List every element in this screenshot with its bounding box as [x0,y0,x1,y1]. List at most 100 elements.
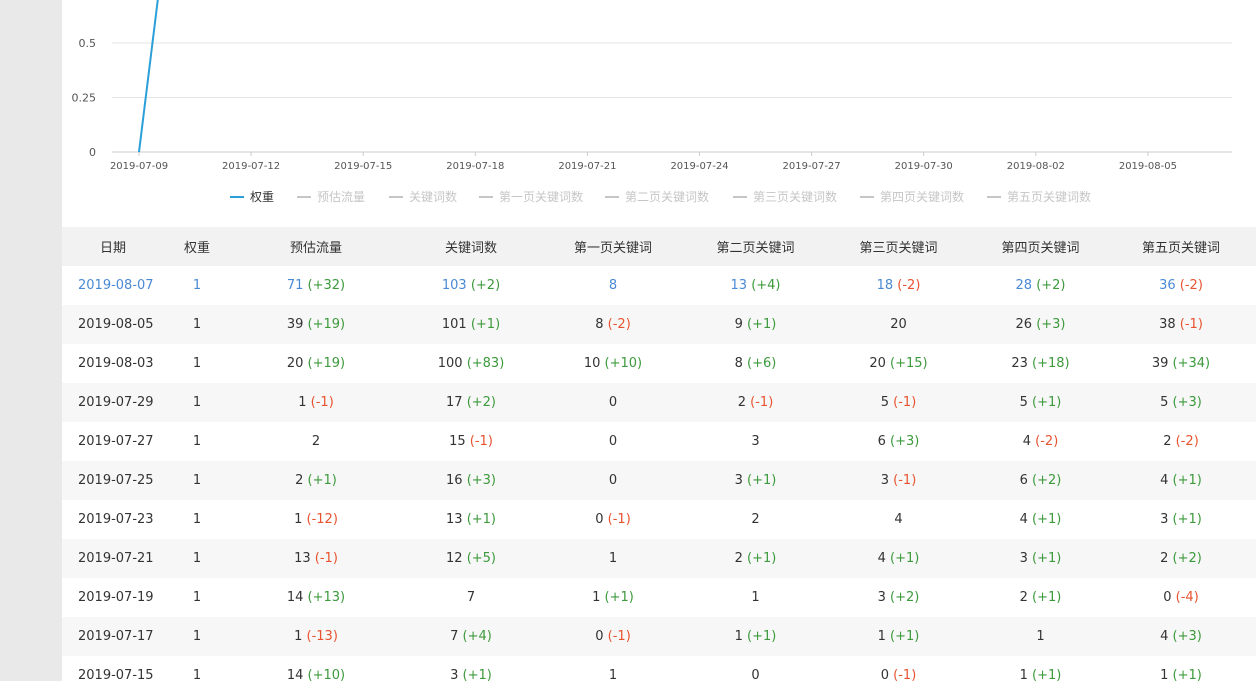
cell-value: 100 [437,356,463,371]
table-cell: 26 (+3) [975,305,1106,344]
table-cell[interactable]: 8 [537,266,689,305]
table-cell: 13 (+1) [405,500,537,539]
cell-value: 1 [192,473,202,488]
cell-delta: (+19) [307,356,346,371]
legend-item[interactable]: 第四页关键词数 [860,188,964,205]
cell-delta: (+1) [1032,395,1062,410]
cell-value: 28 [1015,278,1033,293]
cell-value: 3 [450,668,459,681]
cell-delta: (+1) [890,551,920,566]
cell-delta: (+83) [466,356,505,371]
table-cell: 7 [405,578,537,617]
table-cell: 4 (+1) [975,500,1106,539]
cell-delta: (+2) [1036,278,1066,293]
cell-value: 0 [751,668,760,681]
column-header[interactable]: 第一页关键词 [537,227,689,266]
table-cell: 15 (-1) [405,422,537,461]
table-cell: 3 (+1) [975,539,1106,578]
cell-delta: (+4) [462,629,492,644]
cell-value: 5 [880,395,890,410]
cell-value: 1 [877,629,886,644]
column-header[interactable]: 第五页关键词 [1106,227,1256,266]
cell-delta: (+1) [1172,512,1202,527]
cell-value: 2 [1163,434,1172,449]
x-tick-label: 2019-08-05 [1119,161,1177,172]
cell-value: 4 [1160,473,1169,488]
column-header[interactable]: 第三页关键词 [822,227,975,266]
x-tick-label: 2019-08-02 [1007,161,1065,172]
legend-item[interactable]: 第五页关键词数 [987,188,1091,205]
chart-legend: 权重 预估流量 关键词数 第一页关键词数 第二页关键词数 第三页关键词数 第四页关键词数 第五… [62,186,1256,208]
legend-item[interactable]: 第一页关键词数 [479,188,583,205]
table-cell: 6 (+3) [822,422,975,461]
table-cell: 3 [689,422,822,461]
table-cell: 39 (+19) [227,305,405,344]
table-row: 2019-07-19 1 14 (+13) 7 1 (+1) 1 3 (+2) 2 (+1) 0… [62,578,1256,617]
table-cell[interactable]: 1 [167,266,227,305]
column-header[interactable]: 预估流量 [227,227,405,266]
legend-swatch [230,195,244,198]
legend-item[interactable]: 预估流量 [297,188,365,205]
table-cell: 1 (-13) [227,617,405,656]
column-header[interactable]: 日期 [62,227,167,266]
column-header[interactable]: 关键词数 [405,227,537,266]
table-cell[interactable]: 71 (+32) [227,266,405,305]
cell-value: 101 [441,317,467,332]
table-cell: 3 (+1) [689,461,822,500]
x-tick-label: 2019-07-12 [222,161,280,172]
column-header[interactable]: 第二页关键词 [689,227,822,266]
cell-value: 36 [1159,278,1176,293]
cell-delta: (+1) [1172,473,1202,488]
cell-value: 4 [1022,434,1032,449]
cell-delta: (+19) [307,317,346,332]
cell-value: 23 [1011,356,1028,371]
legend-item[interactable]: 第三页关键词数 [733,188,837,205]
cell-delta: (+32) [307,278,346,293]
cell-value: 3 [1160,512,1169,527]
cell-delta: (+10) [604,356,643,371]
column-header[interactable]: 权重 [167,227,227,266]
cell-value: 0 [595,629,604,644]
table-cell[interactable]: 36 (-2) [1106,266,1256,305]
table-cell: 1 [167,500,227,539]
legend-label: 预估流量 [317,190,366,204]
cell-delta: (+13) [307,590,346,605]
table-cell: 13 (-1) [227,539,405,578]
legend-swatch [479,195,493,198]
cell-value: 26 [1015,317,1033,332]
table-cell[interactable]: 13 (+4) [689,266,822,305]
cell-value: 39 [1151,356,1169,371]
legend-swatch [987,195,1001,198]
table-cell: 2019-08-05 [62,305,167,344]
cell-delta: (-2) [1175,434,1199,449]
legend-label: 第二页关键词数 [625,190,710,204]
cell-delta: (-4) [1175,590,1199,605]
cell-delta: (+1) [1032,512,1062,527]
table-cell: 1 (+1) [689,617,822,656]
cell-value: 2019-07-17 [78,629,154,644]
legend-item[interactable]: 关键词数 [389,188,457,205]
column-header[interactable]: 第四页关键词 [975,227,1106,266]
table-cell: 0 (-4) [1106,578,1256,617]
cell-delta: (+1) [1032,590,1062,605]
table-cell[interactable]: 103 (+2) [405,266,537,305]
chart-svg: 0 0.25 0.5 2019-07-09 2019-07-12 2019-07-15 20… [72,0,1232,172]
table-cell: 2 (+1) [227,461,405,500]
cell-value: 1 [192,356,202,371]
left-gutter [0,0,62,681]
cell-value: 0 [595,512,604,527]
cell-value: 3 [751,434,760,449]
table-cell: 1 [537,656,689,681]
table-cell[interactable]: 18 (-2) [822,266,975,305]
legend-item[interactable]: 第二页关键词数 [605,188,709,205]
table-cell: 2 [689,500,822,539]
table-cell: 17 (+2) [405,383,537,422]
legend-item[interactable]: 权重 [230,188,274,205]
table-cell[interactable]: 28 (+2) [975,266,1106,305]
x-tick-label: 2019-07-30 [895,161,953,172]
table-cell: 1 (+1) [1106,656,1256,681]
table-cell: 1 (-1) [227,383,405,422]
cell-value: 2019-07-21 [78,551,154,566]
table-cell: 3 (+1) [1106,500,1256,539]
table-cell[interactable]: 2019-08-07 [62,266,167,305]
